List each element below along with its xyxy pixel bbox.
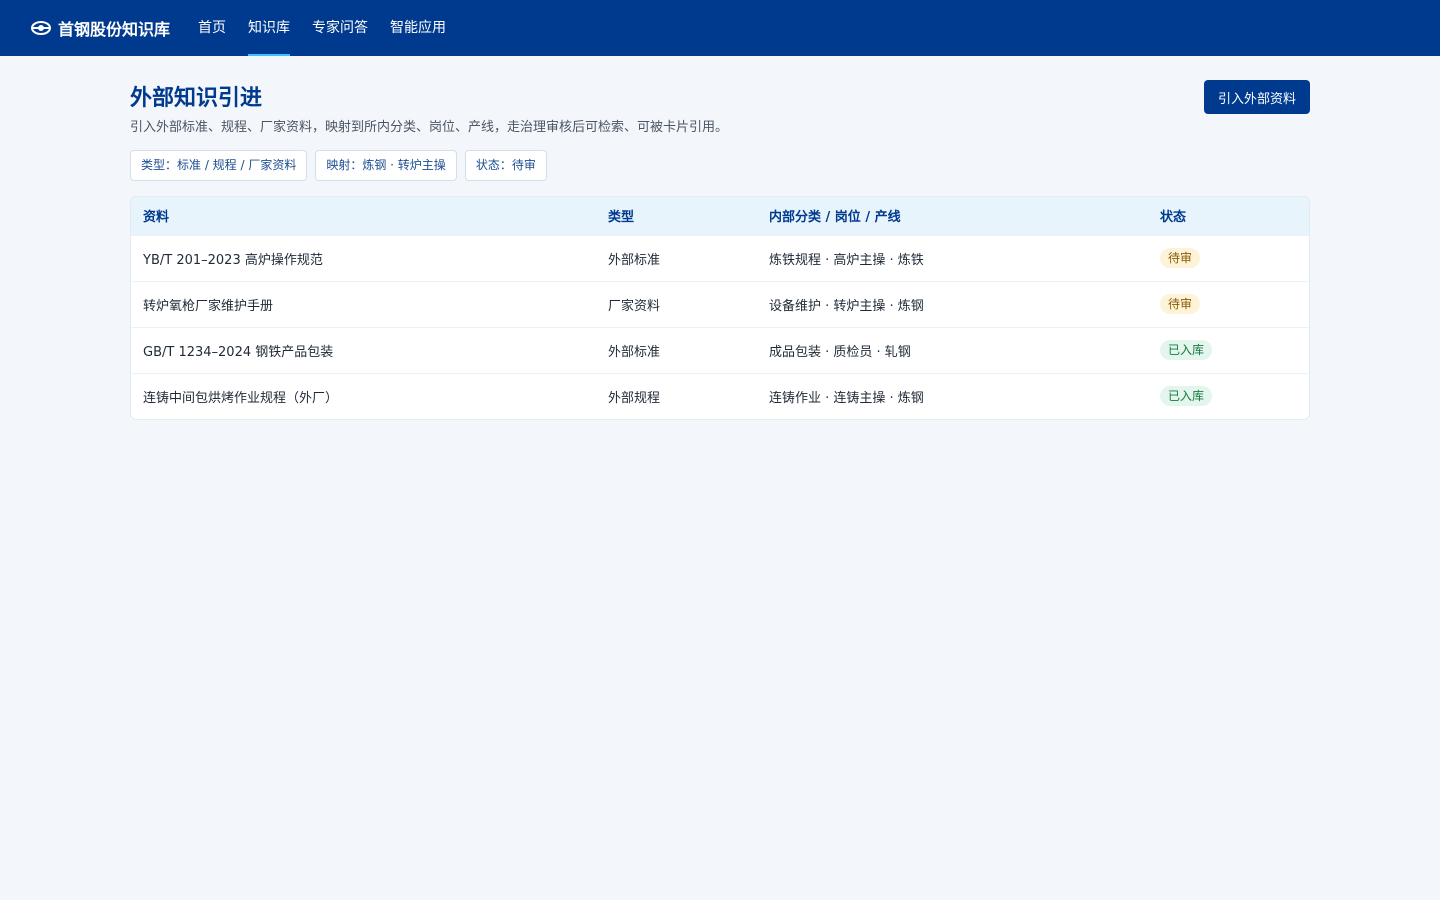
- cell-type: 外部标准: [608, 252, 661, 268]
- page-description: 引入外部标准、规程、厂家资料，映射到所内分类、岗位、产线，走治理审核后可检索、可…: [130, 120, 729, 135]
- cell-mapping: 连铸作业 · 连铸主操 · 炼钢: [769, 390, 924, 406]
- cell-type: 外部标准: [608, 344, 661, 360]
- cell-material: 连铸中间包烘烤作业规程（外厂）: [143, 390, 339, 406]
- main-nav: 首页 知识库 专家问答 智能应用: [198, 0, 468, 56]
- cell-mapping: 设备维护 · 转炉主操 · 炼钢: [769, 298, 924, 314]
- import-external-button[interactable]: 引入外部资料: [1204, 80, 1310, 114]
- column-header-type[interactable]: 类型: [596, 197, 757, 235]
- brand-title: 首钢股份知识库: [58, 20, 171, 39]
- column-header-mapping[interactable]: 内部分类 / 岗位 / 产线: [757, 197, 1148, 235]
- status-badge: 待审: [1160, 294, 1201, 314]
- nav-home[interactable]: 首页: [198, 0, 226, 56]
- status-badge: 已入库: [1160, 340, 1213, 360]
- column-header-status[interactable]: 状态: [1148, 197, 1309, 235]
- table-row[interactable]: 转炉氧枪厂家维护手册 厂家资料 设备维护 · 转炉主操 · 炼钢 待审: [131, 281, 1309, 327]
- top-navbar: 首钢股份知识库 首页 知识库 专家问答 智能应用: [0, 0, 1440, 56]
- status-badge: 已入库: [1160, 386, 1213, 407]
- cell-mapping: 成品包装 · 质检员 · 轧钢: [769, 344, 911, 360]
- brand[interactable]: 首钢股份知识库: [30, 16, 170, 40]
- cell-mapping: 炼铁规程 · 高炉主操 · 炼铁: [769, 252, 924, 268]
- nav-knowledge-base[interactable]: 知识库: [248, 0, 291, 56]
- filter-status[interactable]: 状态：待审: [464, 150, 547, 181]
- cell-type: 厂家资料: [608, 298, 661, 314]
- cell-material: GB/T 1234–2024 钢铁产品包装: [143, 344, 334, 360]
- status-badge: 待审: [1160, 248, 1201, 268]
- filter-bar: 类型：标准 / 规程 / 厂家资料 映射：炼钢 · 转炉主操 状态：待审: [130, 150, 555, 181]
- nav-expert-qa[interactable]: 专家问答: [312, 0, 368, 56]
- column-header-material[interactable]: 资料: [131, 197, 596, 235]
- cell-status: 已入库: [1148, 373, 1309, 419]
- table-row[interactable]: GB/T 1234–2024 钢铁产品包装 外部标准 成品包装 · 质检员 · …: [131, 327, 1309, 373]
- cell-material: YB/T 201–2023 高炉操作规范: [143, 252, 323, 268]
- materials-table: 资料 类型 内部分类 / 岗位 / 产线 状态 YB/T 201–2023 高炉…: [130, 196, 1310, 420]
- cell-status: 已入库: [1148, 327, 1309, 373]
- table-row[interactable]: YB/T 201–2023 高炉操作规范 外部标准 炼铁规程 · 高炉主操 · …: [131, 235, 1309, 281]
- nav-smart-apps[interactable]: 智能应用: [390, 0, 446, 56]
- table-header-row: 资料 类型 内部分类 / 岗位 / 产线 状态: [131, 197, 1309, 235]
- cell-type: 外部规程: [608, 390, 661, 406]
- page-title: 外部知识引进: [130, 86, 263, 111]
- cell-status: 待审: [1148, 235, 1309, 281]
- steel-logo-icon: [30, 19, 52, 37]
- filter-type[interactable]: 类型：标准 / 规程 / 厂家资料: [130, 150, 308, 181]
- cell-status: 待审: [1148, 281, 1309, 327]
- table-row[interactable]: 连铸中间包烘烤作业规程（外厂） 外部规程 连铸作业 · 连铸主操 · 炼钢 已入…: [131, 373, 1309, 419]
- cell-material: 转炉氧枪厂家维护手册: [143, 298, 274, 314]
- filter-mapping[interactable]: 映射：炼钢 · 转炉主操: [315, 150, 457, 181]
